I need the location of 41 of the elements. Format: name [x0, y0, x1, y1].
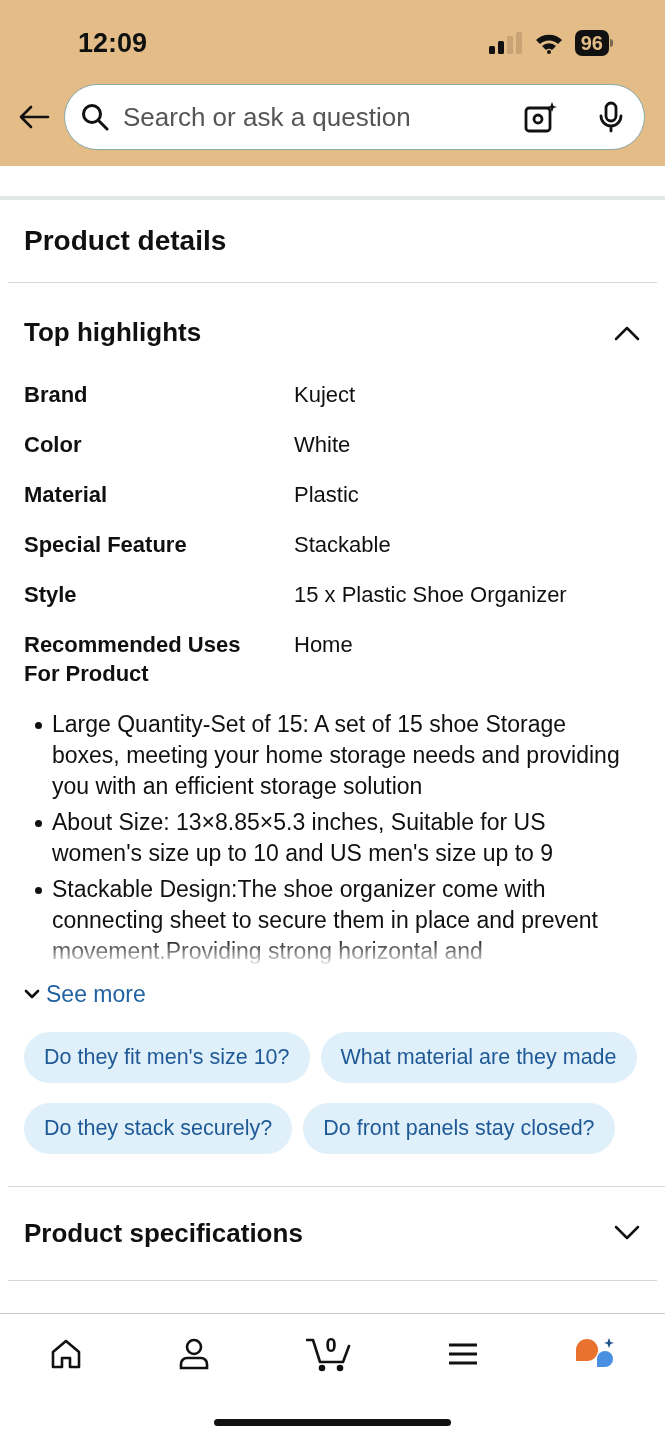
camera-icon[interactable] [524, 101, 558, 133]
attribute-label: Brand [24, 381, 89, 409]
attribute-label: Material [24, 481, 109, 509]
status-time: 12:09 [78, 26, 148, 60]
search-input[interactable]: Search or ask a question [123, 97, 510, 137]
bullet-text: Stackable Design:The shoe organizer come with connecting sheet to secure them in place and prevent movement.Providing strong horizontal and [52, 875, 599, 966]
search-icon [81, 103, 109, 131]
home-icon[interactable] [50, 1339, 82, 1369]
highlights-title: Top highlights [24, 316, 202, 349]
chevron-down-icon[interactable] [613, 1224, 641, 1242]
highlights-header[interactable]: Top highlights [24, 283, 641, 380]
back-arrow-icon[interactable] [18, 105, 50, 129]
question-chip[interactable]: Do they stack securely? [24, 1102, 293, 1154]
attribute-value: Kuject [294, 381, 357, 409]
account-icon[interactable] [178, 1338, 209, 1370]
search-field[interactable]: Search or ask a question [64, 84, 645, 150]
question-chip[interactable]: What material are they made [320, 1031, 637, 1083]
attribute-value: Stackable [294, 531, 392, 559]
question-chip[interactable]: Do front panels stay closed? [303, 1102, 615, 1154]
signal-icon [488, 32, 523, 54]
microphone-icon[interactable] [598, 101, 624, 133]
attribute-value: 15 x Plastic Shoe Organizer [294, 581, 568, 609]
cart-count: 0 [325, 1333, 337, 1358]
section-title: Product details [24, 224, 228, 258]
wifi-icon [534, 32, 563, 54]
menu-icon[interactable] [448, 1342, 479, 1366]
chevron-down-icon [24, 988, 40, 1000]
specifications-title: Product specifications [24, 1216, 303, 1250]
bullet-text: Large Quantity-Set of 15: A set of 15 shoe Storage boxes, meeting your home storage needs and providing you with an efficient storage solution [52, 710, 621, 801]
see-more-link[interactable]: See more [24, 977, 146, 1012]
attribute-label: Color [24, 431, 83, 459]
specifications-header[interactable]: Product specifications [8, 1186, 657, 1281]
attribute-value: White [294, 431, 352, 459]
attribute-label: Style [24, 581, 78, 609]
attribute-label: Recommended Uses For Product [24, 631, 242, 688]
battery-level: 96 [574, 30, 609, 56]
attribute-label: Special Feature [24, 531, 188, 559]
bullet-text: About Size: 13×8.85×5.3 inches, Suitable for US women's size up to 10 and US men's size up to 9 [52, 808, 554, 868]
question-chip[interactable]: Do they fit men's size 10? [24, 1031, 310, 1083]
attribute-value: Plastic [294, 481, 360, 509]
attribute-value: Home [294, 631, 354, 659]
